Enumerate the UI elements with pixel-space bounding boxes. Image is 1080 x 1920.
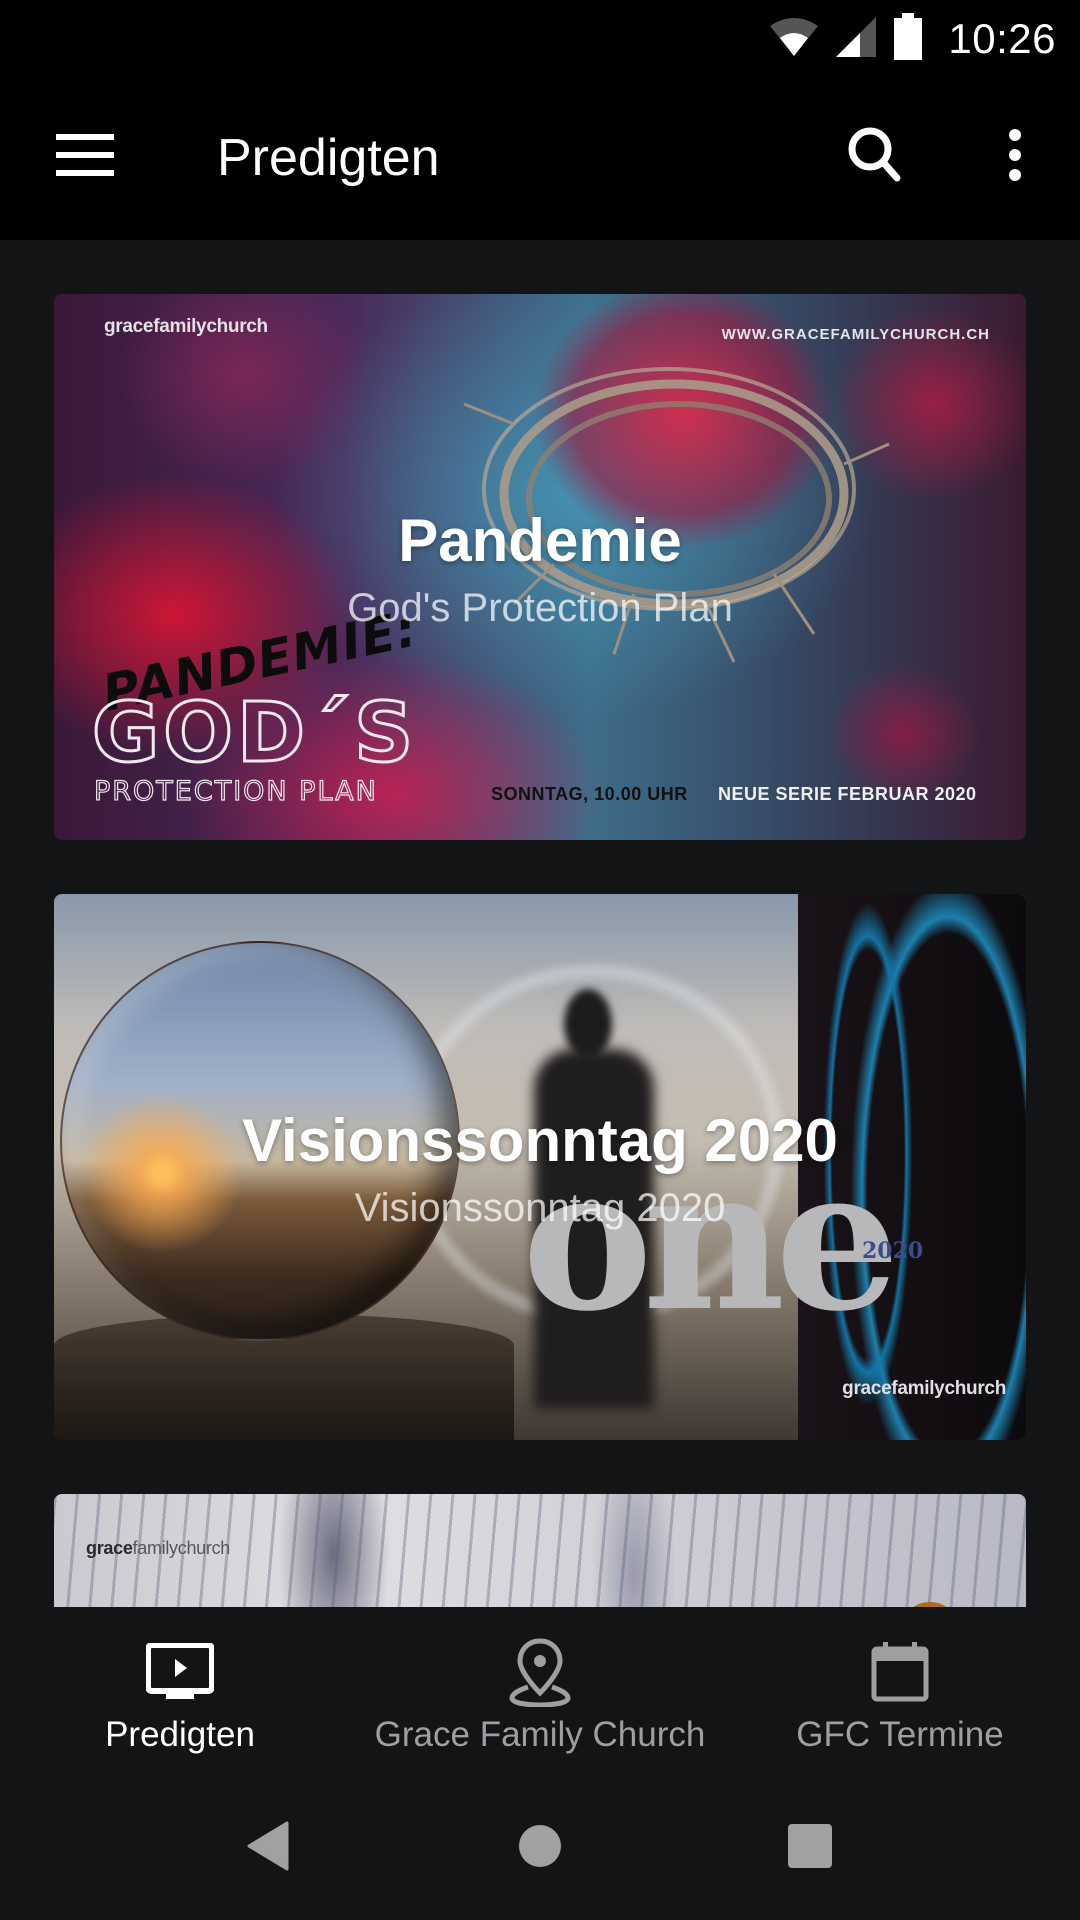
more-options-button[interactable] (980, 122, 1050, 192)
back-button[interactable] (218, 1813, 318, 1883)
battery-icon (892, 12, 924, 66)
hamburger-menu-icon (56, 133, 114, 181)
page-title: Predigten (217, 129, 440, 187)
home-button[interactable] (490, 1813, 590, 1883)
app-bar: Predigten (0, 78, 1080, 240)
search-button[interactable] (840, 122, 910, 192)
calendar-icon (871, 1637, 929, 1707)
artwork-time-text: SONNTAG, 10.00 UHR (491, 784, 688, 804)
location-pin-icon (508, 1637, 572, 1707)
church-logo: gracefamilychurch (86, 1538, 230, 1559)
back-icon (245, 1821, 291, 1876)
sermon-subtitle: Visionssonntag 2020 (354, 1186, 726, 1230)
artwork-year: 2020 (862, 1238, 924, 1264)
nav-tab-gfc-termine[interactable]: GFC Termine (780, 1607, 1020, 1773)
video-play-icon (146, 1637, 214, 1707)
more-vert-icon (1007, 128, 1023, 186)
nav-tab-grace-family-church[interactable]: Grace Family Church (360, 1607, 720, 1773)
logo-bold-text: grace (86, 1538, 133, 1558)
bottom-navigation: Predigten Grace Family Church GFC Termin… (0, 1607, 1080, 1773)
artwork-url-text: WWW.GRACEFAMILYCHURCH.CH (721, 326, 990, 343)
search-icon (847, 126, 903, 189)
home-icon (517, 1823, 563, 1874)
status-icons: 10:26 (768, 12, 1056, 66)
sermon-subtitle: God's Protection Plan (347, 586, 733, 630)
artwork-headline-main: GOD´S (90, 685, 418, 783)
wifi-icon (768, 16, 820, 63)
status-time: 10:26 (948, 15, 1056, 62)
menu-button[interactable] (40, 122, 130, 192)
cell-signal-icon (834, 15, 878, 64)
recents-icon (787, 1823, 833, 1874)
artwork-headline-sub: PROTECTION PLAN (93, 775, 378, 807)
sermon-title: Visionssonntag 2020 (242, 1107, 838, 1174)
sermon-card[interactable]: gracefamilychurch WWW.GRACEFAMILYCHURCH.… (54, 294, 1026, 840)
status-bar: 10:26 (0, 0, 1080, 78)
sermon-card[interactable]: gracefamilychurch (54, 1494, 1026, 1607)
nav-label: Grace Family Church (374, 1715, 706, 1754)
recents-button[interactable] (760, 1813, 860, 1883)
artwork-series-text: NEUE SERIE FEBRUAR 2020 (718, 784, 977, 804)
church-logo: gracefamilychurch (842, 1378, 1006, 1399)
sermon-card[interactable]: one 2020 gracefamilychurch Visionssonnta… (54, 894, 1026, 1440)
nav-label: GFC Termine (796, 1715, 1004, 1754)
sermon-title: Pandemie (398, 507, 682, 574)
sermon-list[interactable]: gracefamilychurch WWW.GRACEFAMILYCHURCH.… (0, 240, 1080, 1607)
logo-light-text: familychurch (132, 1538, 231, 1558)
nav-label: Predigten (105, 1715, 255, 1754)
system-navigation-bar (0, 1773, 1080, 1920)
church-logo: gracefamilychurch (104, 316, 268, 337)
nav-tab-predigten[interactable]: Predigten (80, 1607, 280, 1773)
